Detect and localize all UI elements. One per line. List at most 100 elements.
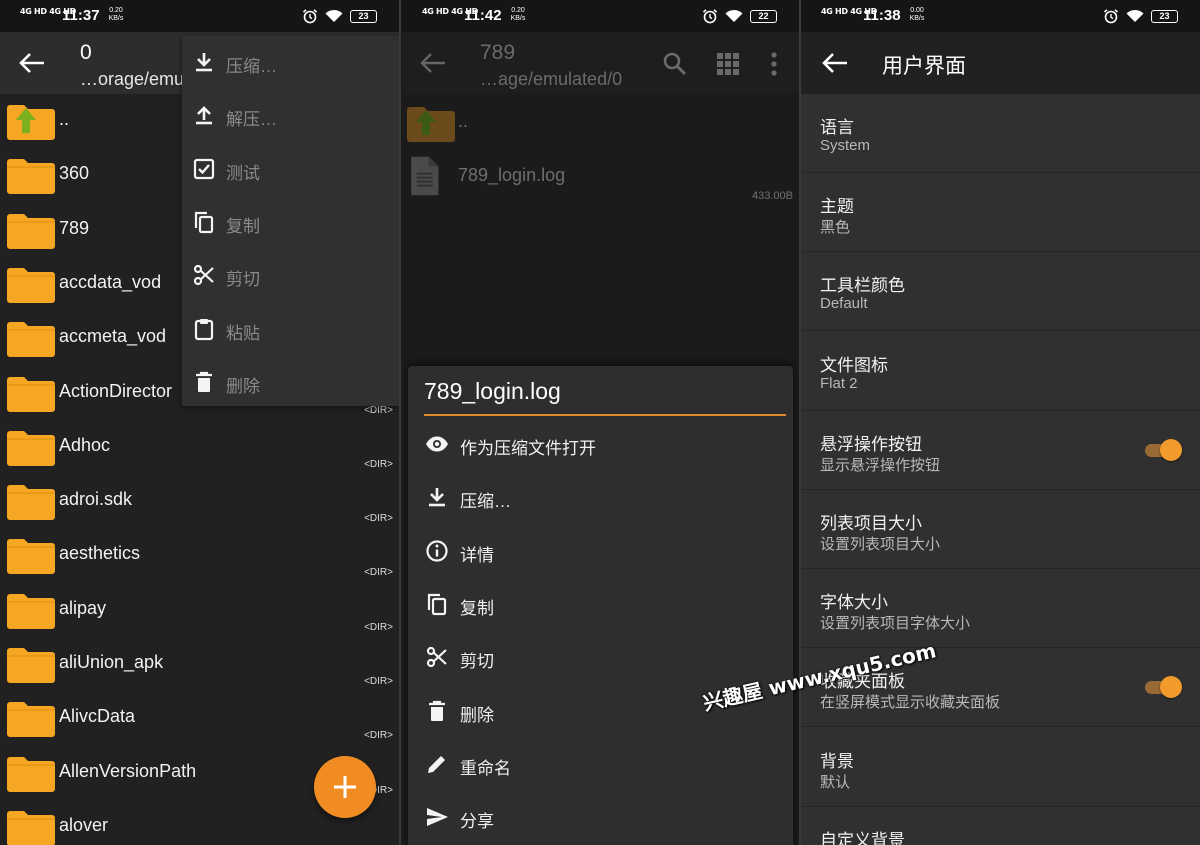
status-bar: 4G HD 4G HD 11:37 0.20 KB/s 23 <box>0 0 399 32</box>
dialog-title: 789_login.log <box>424 378 561 404</box>
setting-title: 文件图标 <box>820 355 888 375</box>
dialog-item[interactable]: 压缩… <box>408 471 793 524</box>
menu-item[interactable]: 压缩… <box>182 36 399 89</box>
copy-icon <box>427 593 447 615</box>
alarm-icon <box>702 9 718 24</box>
dialog-item[interactable]: 作为压缩文件打开 <box>408 418 793 471</box>
file-name: .. <box>458 111 469 131</box>
trash-icon <box>429 700 445 721</box>
download-icon <box>196 53 212 72</box>
setting-toggle[interactable] <box>1145 676 1182 699</box>
dir-tag: <DIR> <box>364 513 393 525</box>
folder-icon <box>7 267 55 303</box>
menu-item[interactable]: 剪切 <box>182 249 399 302</box>
folder-icon <box>7 756 55 792</box>
back-arrow-icon[interactable] <box>419 51 447 75</box>
list-item[interactable]: Adhoc <DIR> <box>0 420 399 474</box>
setting-item[interactable]: 自定义背景 <box>801 807 1200 845</box>
list-item[interactable]: AlivcData <DIR> <box>0 691 399 745</box>
network-speed: 0.00 KB/s <box>909 7 925 22</box>
back-arrow-icon[interactable] <box>821 51 849 75</box>
file-name: accmeta_vod <box>59 326 167 347</box>
file-name: aliUnion_apk <box>59 652 164 672</box>
menu-item[interactable]: 粘贴 <box>182 303 399 356</box>
folder-icon <box>7 648 55 683</box>
folder-icon <box>7 376 55 412</box>
setting-toggle[interactable] <box>1145 438 1182 461</box>
setting-summary: 设置列表项目大小 <box>820 536 941 553</box>
setting-item[interactable]: 文件图标 Flat 2 <box>801 332 1200 411</box>
list-item[interactable]: .. <box>402 96 799 150</box>
dialog-item-label: 复制 <box>460 598 494 618</box>
dir-tag: <DIR> <box>364 458 393 470</box>
alarm-icon <box>302 9 318 24</box>
dialog-item[interactable]: 重命名 <box>408 738 793 791</box>
dialog-item-label: 压缩… <box>460 492 511 512</box>
document-file-icon <box>411 156 439 196</box>
setting-item[interactable]: 背景 默认 <box>801 728 1200 807</box>
folder-icon <box>7 159 55 195</box>
folder-icon <box>7 702 55 738</box>
list-item[interactable]: aesthetics <DIR> <box>0 528 399 582</box>
current-path[interactable]: …orage/emu <box>80 69 184 90</box>
dialog-item[interactable]: 分享 <box>408 791 793 844</box>
list-item[interactable]: aliUnion_apk <DIR> <box>0 637 399 691</box>
overflow-menu: 压缩… 解压… 测试 复制剪切粘贴删除 <box>182 36 399 406</box>
setting-item[interactable]: 主题 黑色 <box>801 173 1200 253</box>
menu-item-label: 删除 <box>226 376 260 396</box>
dialog-item[interactable]: 详情 <box>408 525 793 578</box>
setting-item[interactable]: 字体大小设置列表项目字体大小 <box>801 569 1200 649</box>
parent-folder-icon <box>407 107 455 142</box>
menu-item[interactable]: 复制 <box>182 196 399 249</box>
current-folder-title: 0 <box>80 41 92 64</box>
file-name: 789 <box>59 217 90 238</box>
menu-item[interactable]: 测试 <box>182 143 399 196</box>
panel-divider <box>399 0 401 845</box>
setting-title: 背景 <box>820 751 854 771</box>
list-item[interactable]: alipay <DIR> <box>0 583 399 637</box>
dialog-item-label: 剪切 <box>460 652 494 672</box>
dialog-item-label: 详情 <box>460 545 494 565</box>
setting-summary: 设置列表项目字体大小 <box>820 615 971 633</box>
dialog-item[interactable]: 复制 <box>408 578 793 631</box>
setting-item[interactable]: 工具栏颜色 Default <box>801 252 1200 332</box>
title-underline <box>424 414 786 416</box>
status-time: 11:38 <box>863 7 901 24</box>
add-fab-button[interactable] <box>314 756 376 818</box>
file-context-panel: 4G HD 4G HD 11:42 0.20 KB/s 22 789 …age/… <box>402 0 799 845</box>
setting-summary: 黑色 <box>820 219 851 237</box>
send-icon <box>427 808 448 827</box>
file-name: AllenVersionPath <box>59 760 197 781</box>
page-title: 用户界面 <box>882 55 966 78</box>
status-bar: 4G HD 4G HD 11:38 0.00 KB/s 23 <box>801 0 1200 32</box>
grid-view-icon[interactable] <box>715 51 741 77</box>
setting-item[interactable]: 悬浮操作按钮 显示悬浮操作按钮 <box>801 411 1200 490</box>
menu-item[interactable]: 解压… <box>182 89 399 142</box>
setting-summary: Default <box>820 295 868 313</box>
setting-summary: System <box>820 137 871 154</box>
dialog-item[interactable]: 剪切 <box>408 631 793 684</box>
file-name: ActionDirector <box>59 380 173 401</box>
clipboard-icon <box>194 318 214 340</box>
more-vert-icon[interactable] <box>761 51 787 77</box>
setting-item[interactable]: 列表项目大小设置列表项目大小 <box>801 490 1200 569</box>
folder-icon <box>7 539 55 575</box>
parent-folder-icon <box>7 105 55 140</box>
current-path[interactable]: …age/emulated/0 <box>480 69 622 90</box>
folder-icon <box>7 485 55 521</box>
list-item[interactable]: 789_login.log 433.00B <box>402 150 799 204</box>
setting-item[interactable]: 语言 System <box>801 94 1200 173</box>
menu-item[interactable]: 删除 <box>182 356 399 409</box>
list-item[interactable]: adroi.sdk <DIR> <box>0 474 399 528</box>
back-arrow-icon[interactable] <box>18 51 46 75</box>
setting-title: 工具栏颜色 <box>820 276 905 296</box>
menu-item-label: 剪切 <box>226 270 260 290</box>
checkbox-icon <box>193 158 215 179</box>
setting-title: 字体大小 <box>820 593 888 613</box>
setting-title: 列表项目大小 <box>820 514 922 533</box>
search-icon[interactable] <box>662 51 688 77</box>
menu-item-label: 压缩… <box>226 57 277 76</box>
file-name: adroi.sdk <box>59 489 133 510</box>
folder-icon <box>7 213 55 249</box>
setting-title: 悬浮操作按钮 <box>820 434 922 454</box>
